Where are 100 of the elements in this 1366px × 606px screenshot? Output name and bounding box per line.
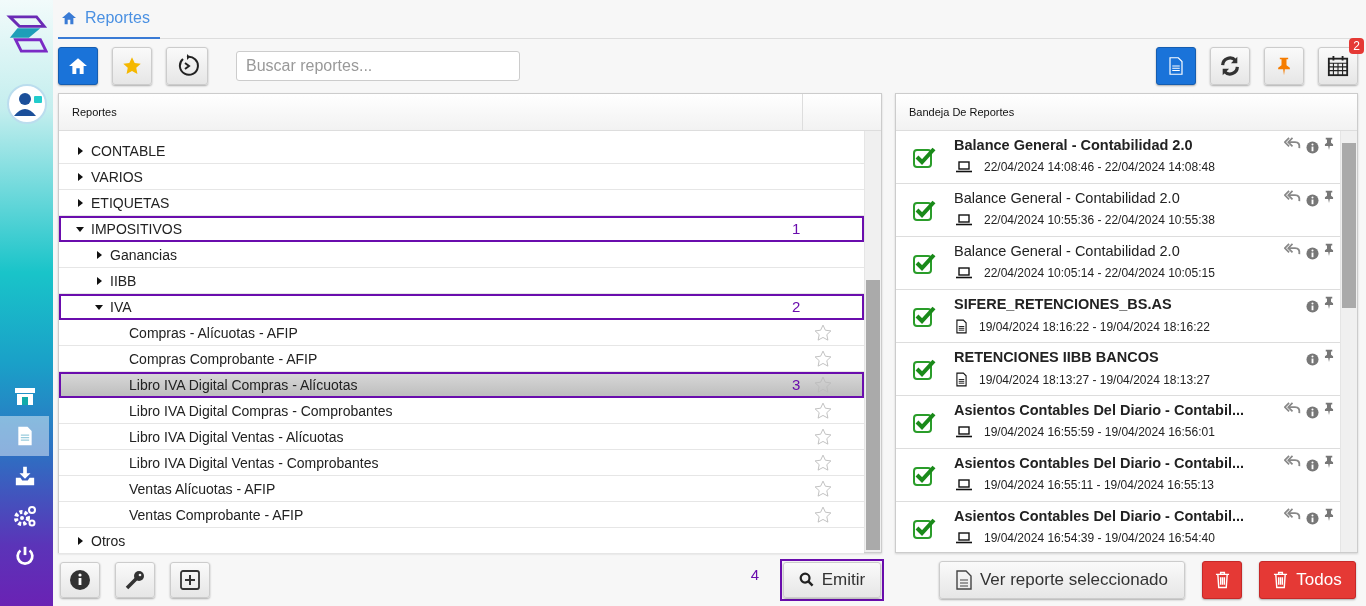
checkbox[interactable]	[912, 516, 936, 541]
laptop-icon	[956, 267, 972, 280]
calendar-icon	[1327, 55, 1349, 78]
tree-label: Libro IVA Digital Ventas - Comprobantes	[129, 454, 379, 471]
tree-item[interactable]: IVA 2	[59, 294, 864, 321]
info-icon[interactable]	[1306, 141, 1319, 155]
favorite-star-icon[interactable]	[814, 479, 832, 498]
report-tray-item[interactable]: Balance General - Contabilidad 2.0 22/04/2024 10:55:36 - 22/04/2024 10:55:38	[896, 184, 1340, 238]
star-button[interactable]	[112, 47, 152, 86]
search-field[interactable]: Buscar reportes...	[236, 51, 520, 82]
settings-icon	[12, 504, 37, 528]
reply-all-icon[interactable]	[1284, 508, 1301, 521]
report-time-range: 19/04/2024 18:13:27 - 19/04/2024 18:13:27	[979, 372, 1210, 387]
pin-icon[interactable]	[1324, 402, 1334, 416]
pin-icon[interactable]	[1324, 296, 1334, 310]
tree-item[interactable]: Compras - Alícuotas - AFIP	[59, 320, 864, 347]
pin-icon[interactable]	[1324, 243, 1334, 257]
checkbox[interactable]	[912, 251, 936, 276]
report-tray-item[interactable]: Asientos Contables Del Diario - Contabil... 19/04/2024 16:54:39 - 19/04/2024 16:54:40	[896, 502, 1340, 553]
favorite-star-icon[interactable]	[814, 427, 832, 446]
report-tray-item[interactable]: Balance General - Contabilidad 2.0 22/04/2024 14:08:46 - 22/04/2024 14:08:48	[896, 131, 1340, 185]
history-button[interactable]	[166, 47, 208, 86]
tree-item[interactable]: ETIQUETAS	[59, 190, 864, 217]
info-icon[interactable]	[1306, 406, 1319, 420]
tree-item[interactable]: Libro IVA Digital Compras - Alícuotas 3	[59, 372, 864, 399]
tree-item[interactable]: VARIOS	[59, 164, 864, 191]
scrollbar[interactable]	[864, 131, 881, 553]
pin-icon[interactable]	[1324, 190, 1334, 204]
tree-item[interactable]: Ventas Comprobante - AFIP	[59, 502, 864, 529]
checkbox[interactable]	[912, 410, 936, 435]
pin-icon[interactable]	[1324, 349, 1334, 363]
info-icon[interactable]	[1306, 247, 1319, 261]
pin-icon[interactable]	[1324, 508, 1334, 522]
tree-label: Libro IVA Digital Compras - Comprobantes	[129, 402, 393, 419]
checkbox[interactable]	[912, 357, 936, 382]
reply-all-icon[interactable]	[1284, 455, 1301, 468]
checkbox[interactable]	[912, 198, 936, 223]
report-tray-item[interactable]: Balance General - Contabilidad 2.0 22/04/2024 10:05:14 - 22/04/2024 10:05:15	[896, 237, 1340, 291]
scrollbar[interactable]	[1340, 131, 1357, 553]
tree-item[interactable]: Ganancias	[59, 242, 864, 269]
user-avatar-icon[interactable]	[6, 84, 47, 124]
tree-label: IIBB	[110, 272, 137, 289]
delete-all-button[interactable]: Todos	[1259, 560, 1356, 599]
pin-icon[interactable]	[1324, 455, 1334, 469]
tree-item[interactable]: Libro IVA Digital Compras - Comprobantes	[59, 398, 864, 425]
add-button[interactable]	[170, 561, 210, 598]
callout-number: 2	[792, 298, 801, 316]
favorite-star-icon[interactable]	[814, 349, 832, 368]
report-title: Balance General - Contabilidad 2.0	[954, 243, 1181, 260]
pin-button[interactable]	[1264, 47, 1304, 86]
info-icon	[70, 569, 90, 590]
report-tray-item[interactable]: Asientos Contables Del Diario - Contabil... 19/04/2024 16:55:59 - 19/04/2024 16:56:01	[896, 396, 1340, 450]
delete-button[interactable]	[1202, 560, 1242, 599]
tree-item[interactable]: Libro IVA Digital Ventas - Alícuotas	[59, 424, 864, 451]
document-icon	[956, 372, 967, 388]
report-title: RETENCIONES IIBB BANCOS	[954, 349, 1160, 366]
checkbox[interactable]	[912, 304, 936, 329]
info-icon[interactable]	[1306, 512, 1319, 526]
trash-icon	[1214, 570, 1230, 589]
refresh-button[interactable]	[1210, 47, 1250, 86]
favorite-star-icon[interactable]	[814, 453, 832, 472]
report-tray-item[interactable]: RETENCIONES IIBB BANCOS 19/04/2024 18:13:27 - 19/04/2024 18:13:27	[896, 343, 1340, 397]
favorite-star-icon[interactable]	[814, 505, 832, 524]
info-button[interactable]	[60, 561, 100, 598]
document-icon	[1167, 55, 1185, 78]
home-button[interactable]	[58, 47, 98, 86]
reply-all-icon[interactable]	[1284, 137, 1301, 150]
caret-right-icon	[75, 535, 85, 546]
favorite-star-icon[interactable]	[814, 375, 832, 394]
reply-all-icon[interactable]	[1284, 243, 1301, 256]
tree-item[interactable]: IMPOSITIVOS 1	[59, 216, 864, 243]
report-title: Asientos Contables Del Diario - Contabil...	[954, 508, 1246, 525]
favorite-star-icon[interactable]	[814, 323, 832, 342]
pin-icon[interactable]	[1324, 137, 1334, 151]
report-time-range: 19/04/2024 18:16:22 - 19/04/2024 18:16:22	[979, 319, 1210, 334]
emit-button[interactable]: Emitir	[783, 561, 881, 598]
info-icon[interactable]	[1306, 194, 1319, 208]
view-report-button[interactable]: Ver reporte seleccionado	[939, 560, 1185, 599]
power-icon	[13, 545, 36, 567]
info-icon[interactable]	[1306, 353, 1319, 367]
tree-item[interactable]: Ventas Alícuotas - AFIP	[59, 476, 864, 503]
home-icon	[68, 57, 88, 76]
report-tray-item[interactable]: SIFERE_RETENCIONES_BS.AS 19/04/2024 18:16:22 - 19/04/2024 18:16:22	[896, 290, 1340, 344]
tree-label: Ventas Alícuotas - AFIP	[129, 480, 276, 497]
tree-item[interactable]: Libro IVA Digital Ventas - Comprobantes	[59, 450, 864, 477]
caret-right-icon	[75, 197, 85, 208]
tree-item[interactable]: IIBB	[59, 268, 864, 295]
document-button[interactable]	[1156, 47, 1196, 86]
reply-all-icon[interactable]	[1284, 190, 1301, 203]
tree-item[interactable]: CONTABLE	[59, 138, 864, 165]
checkbox[interactable]	[912, 463, 936, 488]
info-icon[interactable]	[1306, 459, 1319, 473]
reply-all-icon[interactable]	[1284, 402, 1301, 415]
tree-item[interactable]: Otros	[59, 528, 864, 555]
tree-item[interactable]: Compras Comprobante - AFIP	[59, 346, 864, 373]
info-icon[interactable]	[1306, 300, 1319, 314]
report-tray-item[interactable]: Asientos Contables Del Diario - Contabil... 19/04/2024 16:55:11 - 19/04/2024 16:55:13	[896, 449, 1340, 503]
key-button[interactable]	[115, 561, 155, 598]
checkbox[interactable]	[912, 145, 936, 170]
favorite-star-icon[interactable]	[814, 401, 832, 420]
